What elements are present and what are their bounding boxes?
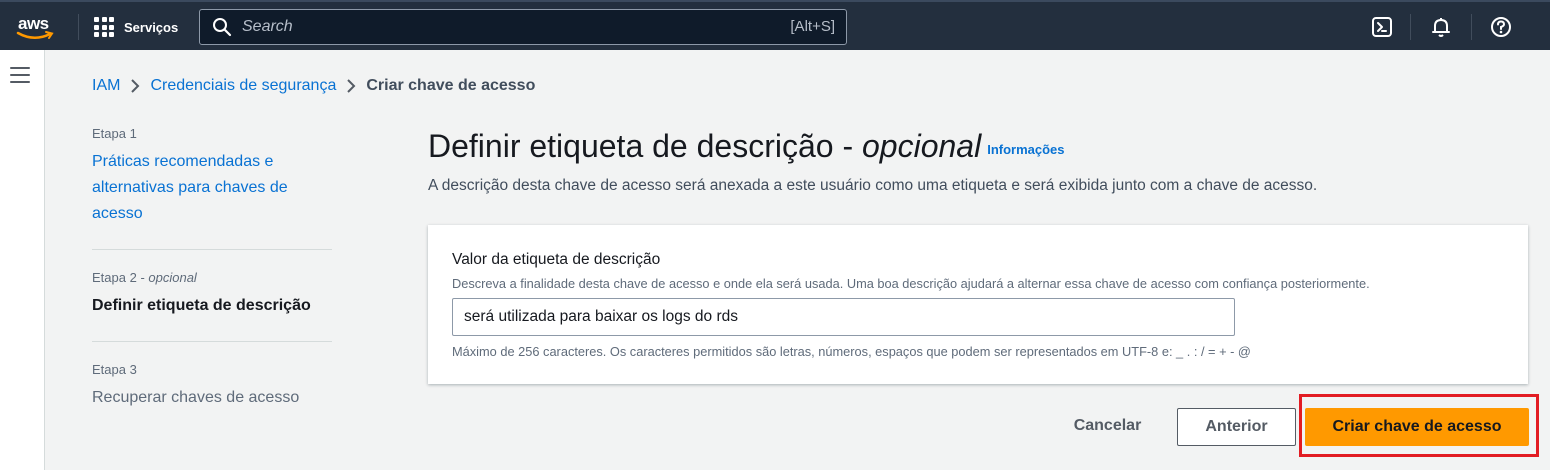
- notifications-button[interactable]: [1429, 15, 1453, 39]
- cloudshell-button[interactable]: [1370, 15, 1394, 39]
- services-label: Serviços: [124, 19, 179, 35]
- description-tag-input[interactable]: [452, 298, 1235, 336]
- step-3-label: Recuperar chaves de acesso: [92, 389, 300, 406]
- nav-divider: [1471, 14, 1472, 40]
- step-number: Etapa 2 - opcional: [92, 270, 197, 285]
- wizard-steps: Etapa 1 Práticas recomendadas e alternat…: [92, 126, 332, 433]
- grid-icon: [94, 17, 114, 37]
- step-divider: [92, 249, 332, 250]
- chevron-right-icon: [131, 79, 140, 93]
- page-description: A descrição desta chave de acesso será a…: [428, 177, 1318, 194]
- breadcrumb-security-credentials[interactable]: Credenciais de segurança: [150, 77, 336, 95]
- search-input[interactable]: [242, 18, 742, 36]
- page-title: Definir etiqueta de descrição - opcional…: [428, 128, 1065, 164]
- breadcrumb-current: Criar chave de acesso: [366, 77, 536, 94]
- step-1-link[interactable]: Práticas recomendadas e alternativas par…: [92, 149, 332, 227]
- menu-icon[interactable]: [10, 67, 30, 83]
- previous-button[interactable]: Anterior: [1177, 408, 1296, 446]
- step-divider: [92, 341, 332, 342]
- side-navigation-strip: [0, 50, 45, 470]
- step-2: Etapa 2 - opcional Definir etiqueta de d…: [92, 270, 332, 341]
- step-number: Etapa 3: [92, 362, 137, 377]
- search-box[interactable]: [Alt+S]: [199, 9, 847, 45]
- help-icon: [1491, 17, 1511, 37]
- nav-divider: [1410, 14, 1411, 40]
- step-3: Etapa 3 Recuperar chaves de acesso: [92, 362, 332, 433]
- top-navigation: aws Serviços [Alt+S]: [0, 0, 1550, 50]
- services-menu-button[interactable]: Serviços: [94, 14, 178, 40]
- cloudshell-icon: [1372, 17, 1392, 37]
- field-constraint-text: Máximo de 256 caracteres. Os caracteres …: [452, 344, 1251, 359]
- field-label: Valor da etiqueta de descrição: [452, 251, 661, 268]
- cancel-button[interactable]: Cancelar: [1060, 408, 1155, 444]
- chevron-right-icon: [347, 79, 356, 93]
- aws-smile-icon: [16, 31, 54, 39]
- field-help-text: Descreva a finalidade desta chave de ace…: [452, 276, 1370, 291]
- step-2-label: Definir etiqueta de descrição: [92, 297, 311, 314]
- bell-icon: [1432, 18, 1450, 37]
- help-button[interactable]: [1489, 15, 1513, 39]
- breadcrumb-iam[interactable]: IAM: [92, 77, 120, 95]
- step-number: Etapa 1: [92, 126, 137, 141]
- description-tag-card: Valor da etiqueta de descrição Descreva …: [428, 225, 1528, 384]
- aws-logo[interactable]: aws: [14, 10, 58, 42]
- create-access-key-button[interactable]: Criar chave de acesso: [1305, 408, 1529, 446]
- nav-divider: [78, 14, 79, 40]
- info-link[interactable]: Informações: [987, 142, 1064, 157]
- breadcrumb: IAM Credenciais de segurança Criar chave…: [92, 77, 535, 95]
- step-1: Etapa 1 Práticas recomendadas e alternat…: [92, 126, 332, 249]
- search-shortcut-hint: [Alt+S]: [790, 18, 835, 35]
- search-icon: [213, 18, 232, 37]
